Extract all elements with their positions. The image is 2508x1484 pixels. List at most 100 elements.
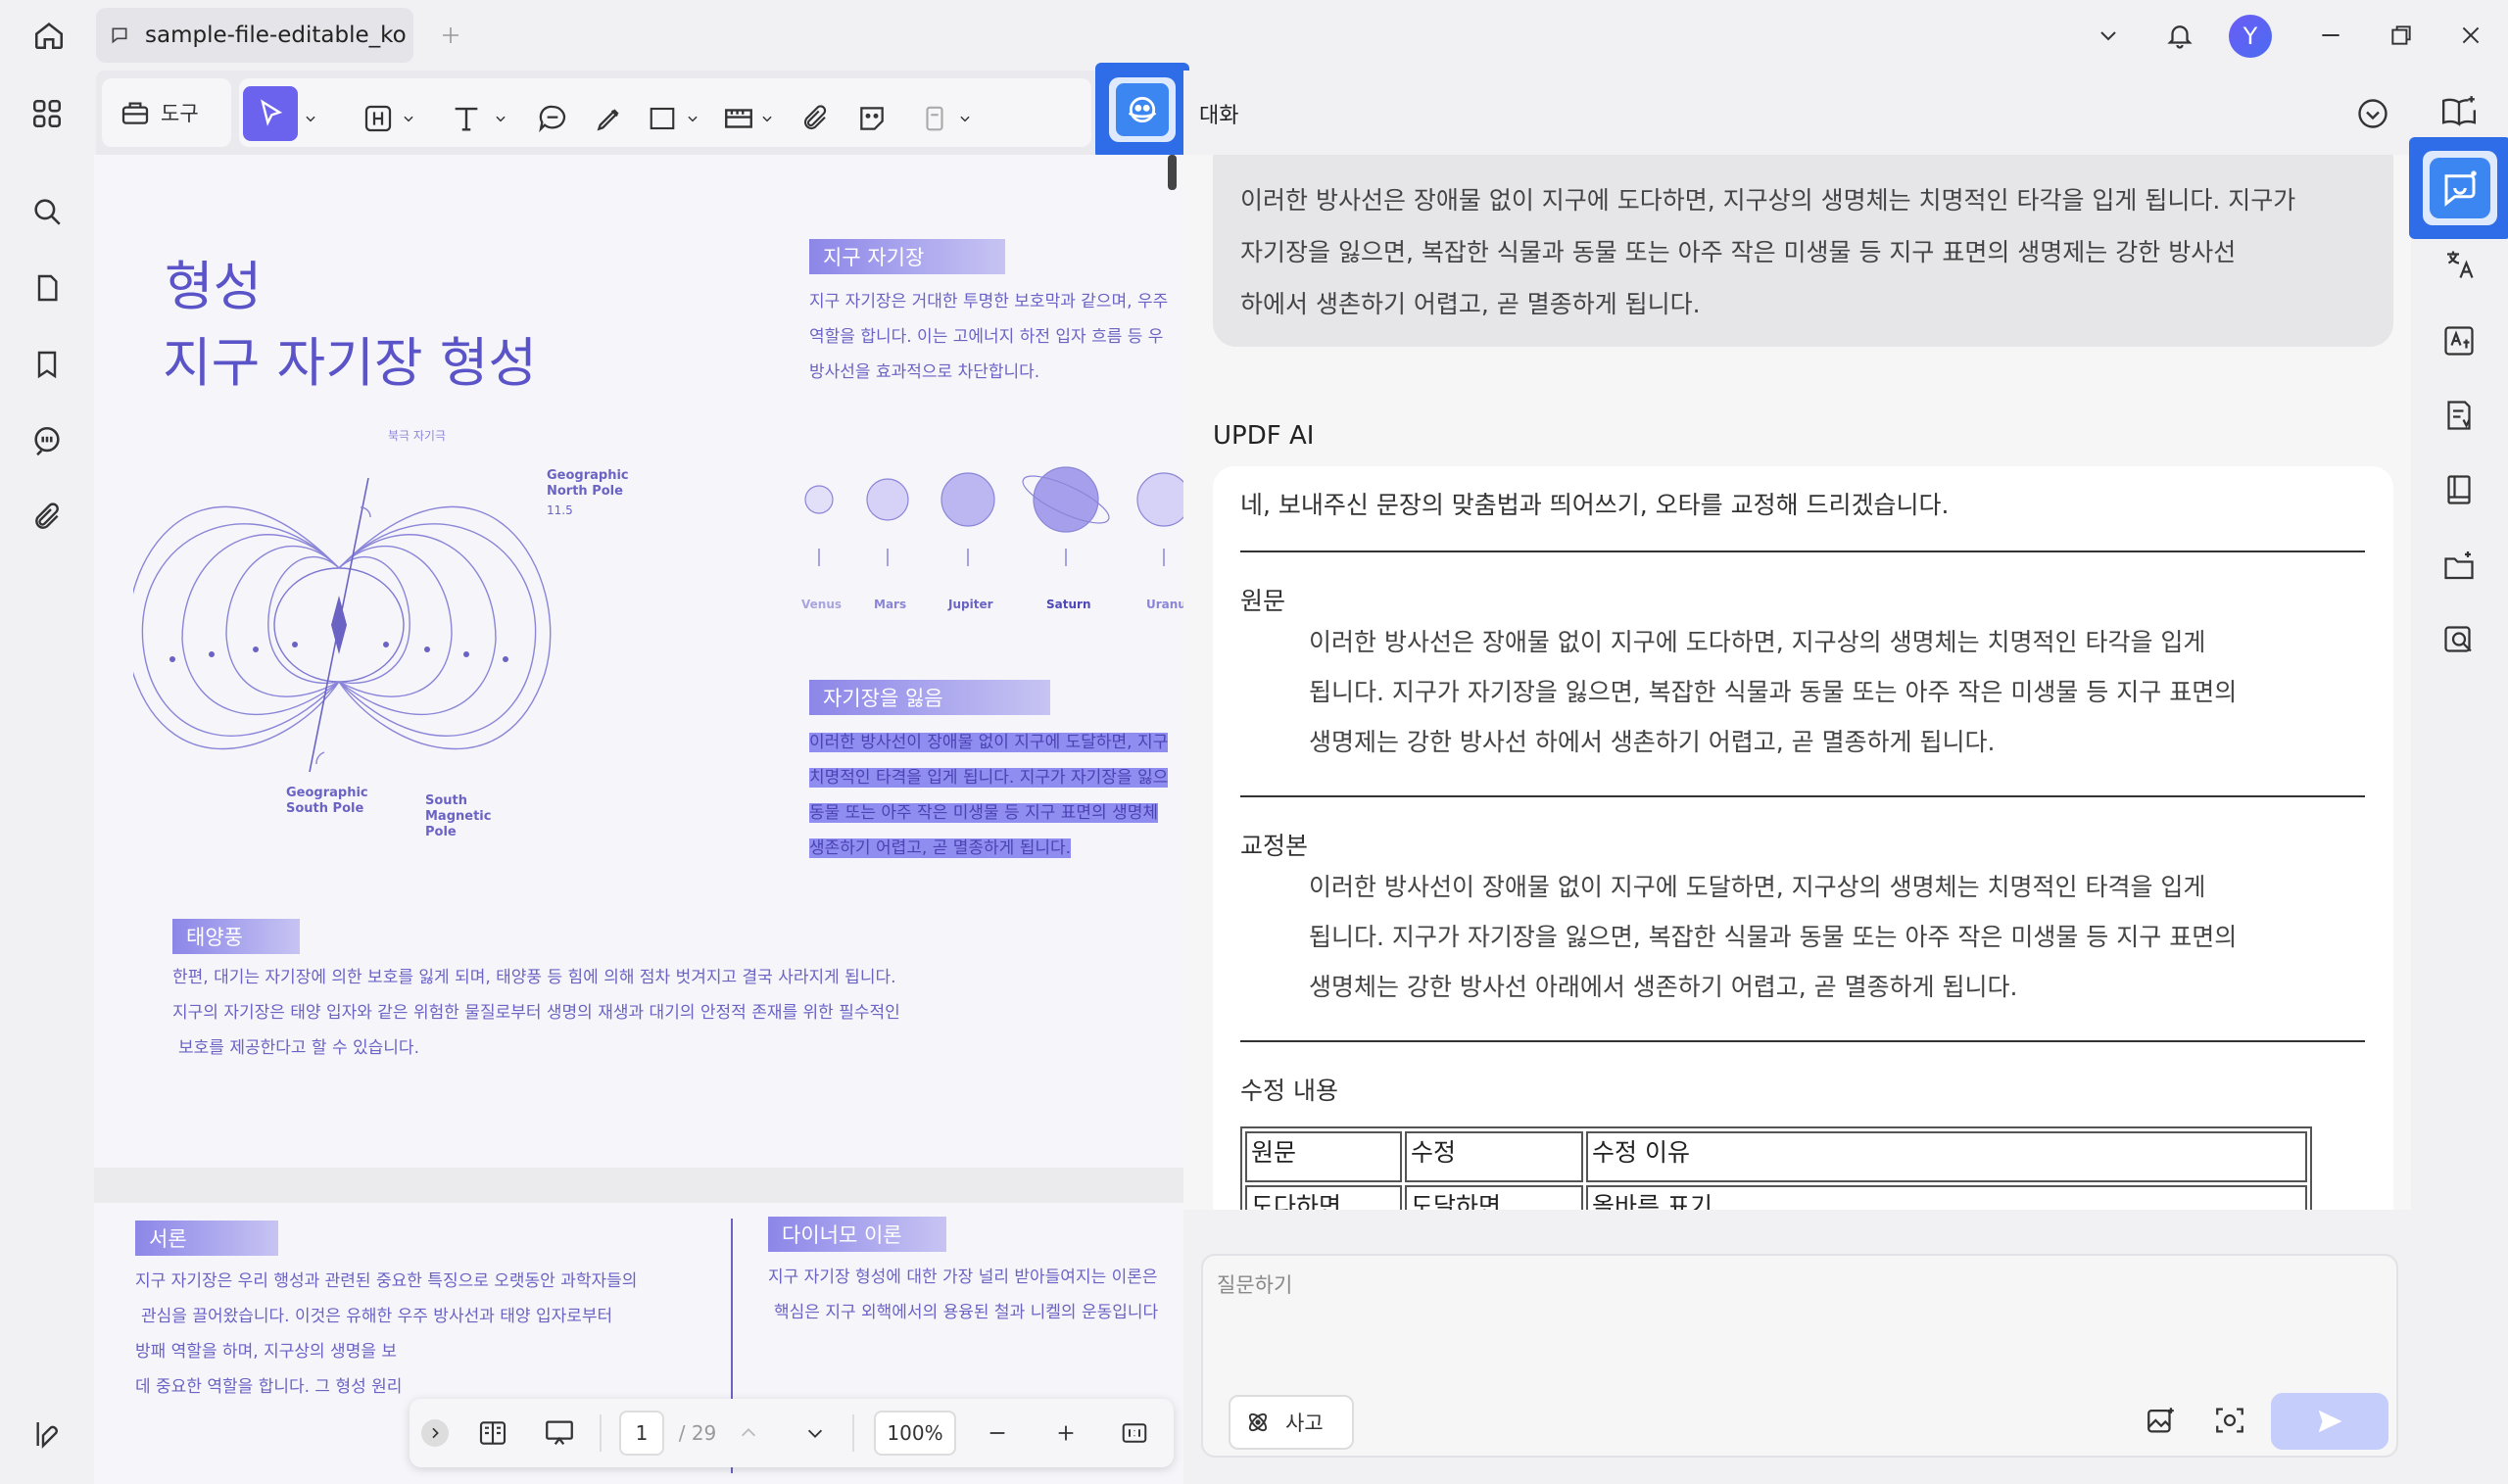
folder-sparkle-icon[interactable] — [2437, 545, 2481, 588]
doc-title-line2: 지구 자기장 형성 — [163, 332, 538, 394]
pen-tool-icon[interactable] — [590, 98, 629, 139]
section-tag-geomagnetic: 지구 자기장 — [809, 239, 1005, 274]
text-line: 보호를 제공한다고 할 수 있습니다. — [178, 1038, 419, 1058]
history-icon[interactable] — [2351, 92, 2394, 135]
search-document-icon[interactable] — [2437, 619, 2481, 662]
ai-intro-text: 네, 보내주신 문장의 맞춤법과 띄어쓰기, 오타를 교정해 드리겠습니다. — [1240, 491, 1950, 519]
avatar[interactable]: Y — [2229, 15, 2272, 58]
document-viewer[interactable]: 형성 지구 자기장 형성 북극 자기극 11.5 Geographic Nort… — [94, 155, 1183, 1484]
text-line: 됩니다. 지구가 자기장을 잃으면, 복잡한 식물과 동물 또는 아주 작은 미… — [1309, 923, 2238, 951]
highlighted-text-selection[interactable]: 이러한 방사선이 장애물 없이 지구에 도달하면, 지구 치명적인 타격을 입게… — [809, 725, 1183, 866]
text-line: 방사선을 효과적으로 차단합니다. — [809, 362, 1040, 382]
table-cell: 올바른 표기 — [1586, 1185, 2307, 1210]
south-magnetic-pole-label: South Magnetic Pole — [425, 793, 492, 839]
divider — [1240, 795, 2365, 797]
book-icon[interactable] — [2437, 468, 2481, 511]
presentation-icon[interactable] — [537, 1411, 582, 1456]
scrollbar-thumb[interactable] — [1168, 155, 1177, 190]
actual-size-icon[interactable] — [1115, 1411, 1154, 1456]
collapse-nav-icon[interactable] — [419, 1411, 451, 1456]
ocr-translate-icon[interactable] — [2437, 319, 2481, 362]
send-button[interactable] — [2271, 1393, 2388, 1450]
layers-icon[interactable] — [25, 1412, 69, 1456]
bookmark-icon[interactable] — [25, 343, 69, 386]
home-icon[interactable] — [27, 14, 71, 57]
planet-label: Mars — [874, 598, 907, 611]
page-number-input[interactable]: 1 — [619, 1411, 664, 1456]
previous-page-icon[interactable] — [729, 1411, 768, 1456]
chat-title: 대화 — [1199, 104, 1239, 128]
planet-label: Saturn — [1046, 598, 1091, 611]
summarize-icon[interactable] — [2437, 394, 2481, 437]
text-line: 생명체는 강한 방사선 아래에서 생존하기 어렵고, 곧 멸종하게 됩니다. — [1309, 973, 2018, 1001]
zoom-out-icon[interactable] — [978, 1411, 1017, 1456]
text-line: 핵심은 지구 외핵에서의 용융된 철과 니켈의 운동입니다 — [774, 1303, 1159, 1322]
title-bar: sample-file-editable_ko Y — [0, 0, 2508, 71]
measure-tool-icon[interactable] — [719, 98, 758, 139]
text-tool-icon[interactable] — [447, 98, 486, 139]
text-line: 이러한 방사선이 장애물 없이 지구에 도달하면, 지구 — [809, 733, 1169, 752]
image-upload-icon[interactable] — [2140, 1399, 2183, 1442]
chevron-down-icon[interactable] — [682, 98, 703, 139]
comments-icon[interactable] — [25, 419, 69, 462]
next-page-icon[interactable] — [796, 1411, 835, 1456]
chevron-down-icon[interactable] — [2087, 14, 2130, 57]
section-tag-intro: 서론 — [135, 1221, 278, 1256]
message-line: 이러한 방사선은 장애물 없이 지구에 도다하면, 지구상의 생명체는 치명적인… — [1240, 186, 2296, 215]
text-line: 지구의 자기장은 태양 입자와 같은 위험한 물질로부터 생명의 재생과 대기의… — [172, 1003, 900, 1023]
search-icon[interactable] — [25, 190, 69, 233]
translate-icon[interactable] — [2437, 243, 2481, 286]
original-heading: 원문 — [1240, 587, 1286, 615]
attachment-icon[interactable] — [25, 496, 69, 539]
tools-button[interactable]: 도구 — [102, 78, 231, 147]
page-layout-icon[interactable] — [470, 1411, 515, 1456]
section-tag-solar-wind: 태양풍 — [172, 919, 300, 954]
ai-sender-name: UPDF AI — [1213, 421, 1315, 451]
stamp-icon[interactable] — [915, 98, 954, 139]
divider — [1240, 1040, 2365, 1042]
comment-tool-icon[interactable] — [533, 98, 572, 139]
left-sidebar — [0, 71, 94, 1484]
right-sidebar — [2409, 71, 2508, 1484]
new-tab-icon[interactable] — [429, 14, 472, 57]
think-mode-button[interactable]: 사고 — [1229, 1395, 1354, 1450]
comment-icon — [110, 22, 137, 49]
page-total: / 29 — [678, 1421, 717, 1445]
chat-input-placeholder[interactable]: 질문하기 — [1217, 1269, 1292, 1299]
chevron-down-icon[interactable] — [954, 98, 976, 139]
reader-sparkle-icon[interactable] — [2437, 90, 2481, 133]
select-tool-button[interactable] — [243, 86, 298, 141]
zoom-in-icon[interactable] — [1046, 1411, 1085, 1456]
highlight-tool-icon[interactable] — [359, 98, 398, 139]
table-header-cell: 수정 — [1405, 1131, 1583, 1182]
ai-assistant-button[interactable] — [1095, 63, 1189, 159]
text-line: 이러한 방사선은 장애물 없이 지구에 도다하면, 지구상의 생명체는 치명적인… — [1309, 628, 2206, 656]
chat-input-box[interactable]: 질문하기 사고 — [1201, 1254, 2398, 1458]
minimize-icon[interactable] — [2309, 14, 2352, 57]
bell-icon[interactable] — [2158, 14, 2201, 57]
planet-label: Jupiter — [948, 598, 993, 611]
table-header-row: 원문 수정 수정 이유 — [1245, 1131, 2307, 1182]
rectangle-tool-icon[interactable] — [643, 98, 682, 139]
paperclip-icon[interactable] — [796, 98, 835, 139]
message-line: 하에서 생촌하기 어렵고, 곧 멸종하게 됩니다. — [1240, 290, 1701, 318]
chevron-down-icon[interactable] — [300, 98, 321, 139]
ai-chat-panel-button[interactable] — [2409, 137, 2508, 239]
table-cell: 도다하면 — [1245, 1185, 1402, 1210]
chevron-down-icon[interactable] — [756, 98, 778, 139]
text-line: 지구 자기장은 거대한 투명한 보호막과 같으며, 우주 — [809, 292, 1169, 311]
chevron-down-icon[interactable] — [490, 98, 511, 139]
screenshot-icon[interactable] — [2208, 1399, 2251, 1442]
apps-grid-icon[interactable] — [25, 92, 69, 135]
atom-icon — [1244, 1409, 1272, 1436]
text-line: 이러한 방사선이 장애물 없이 지구에 도달하면, 지구상의 생명체는 치명적인… — [1309, 873, 2206, 901]
text-line: 관심을 끌어왔습니다. 이것은 유해한 우주 방사선과 태양 입자로부터 — [141, 1307, 613, 1326]
close-icon[interactable] — [2449, 14, 2492, 57]
chevron-down-icon[interactable] — [398, 98, 419, 139]
zoom-level-input[interactable]: 100% — [874, 1411, 956, 1456]
planets-diagram — [804, 466, 1183, 566]
restore-icon[interactable] — [2380, 14, 2423, 57]
sticker-icon[interactable] — [852, 98, 892, 139]
document-tab[interactable]: sample-file-editable_ko — [96, 8, 413, 63]
page-thumbnail-icon[interactable] — [25, 266, 69, 310]
